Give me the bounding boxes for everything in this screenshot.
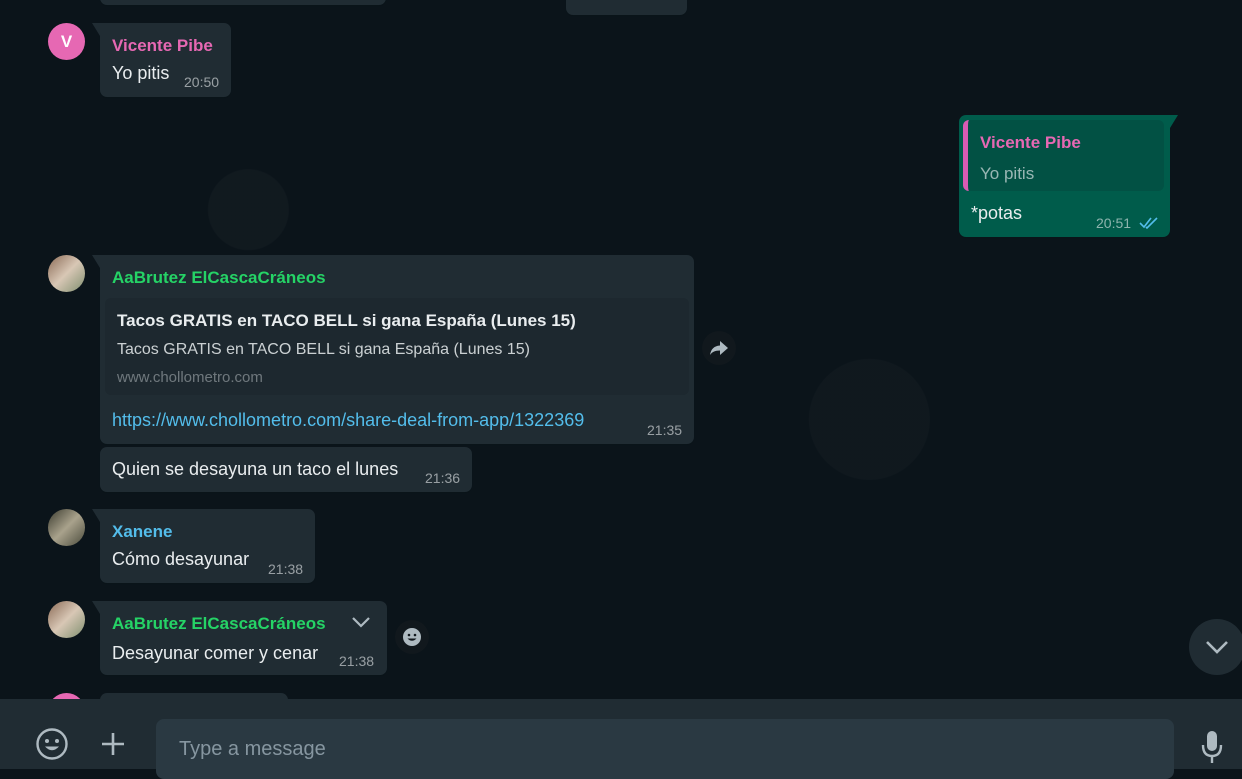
link-preview-domain: www.chollometro.com	[117, 369, 263, 386]
cut-off-bubble	[566, 0, 687, 15]
message-link[interactable]: https://www.chollometro.com/share-deal-f…	[112, 410, 584, 431]
chevron-down-icon	[1206, 641, 1228, 654]
link-preview[interactable]: Tacos GRATIS en TACO BELL si gana España…	[105, 298, 689, 395]
link-preview-title: Tacos GRATIS en TACO BELL si gana España…	[117, 311, 576, 330]
scroll-down-button[interactable]	[1189, 619, 1242, 675]
message-input-placeholder: Type a message	[179, 738, 326, 760]
message-time: 21:36	[425, 470, 461, 486]
double-check-icon	[1139, 217, 1158, 230]
message-text: Yo pitis	[112, 63, 170, 83]
sender-name: AaBrutez ElCascaCráneos	[112, 268, 326, 287]
link-preview-description: Tacos GRATIS en TACO BELL si gana España…	[117, 341, 530, 358]
avatar[interactable]: V	[48, 23, 85, 60]
message-input[interactable]: Type a message	[156, 719, 1174, 779]
message-composer: Type a message	[0, 699, 1242, 779]
forward-icon[interactable]	[702, 331, 736, 365]
microphone-icon[interactable]	[1196, 729, 1228, 765]
plus-icon[interactable]	[96, 727, 130, 761]
quoted-message[interactable]: Vicente Pibe Yo pitis	[963, 120, 1164, 191]
message-menu-chevron-icon[interactable]	[348, 611, 374, 633]
message-bubble[interactable]: Xanene Cómo desayunar 21:38	[92, 509, 315, 583]
message-time: 21:38	[339, 653, 375, 669]
avatar[interactable]	[48, 509, 85, 546]
cut-off-bubble	[100, 0, 386, 5]
message-time: 21:38	[268, 561, 304, 577]
emoji-reaction-icon[interactable]	[395, 620, 429, 654]
message-bubble[interactable]: Quien se desayuna un taco el lunes 21:36	[100, 447, 472, 492]
quoted-text: Yo pitis	[980, 164, 1035, 183]
avatar[interactable]	[48, 601, 85, 638]
sender-name: Vicente Pibe	[112, 36, 213, 55]
chat-area: V Vicente Pibe Yo pitis 20:50 Vicente Pi…	[0, 0, 1242, 699]
outgoing-message-bubble[interactable]: Vicente Pibe Yo pitis *potas 20:51	[959, 115, 1178, 237]
message-text: Quien se desayuna un taco el lunes	[112, 459, 399, 479]
emoji-icon[interactable]	[33, 725, 71, 763]
avatar-letter: V	[60, 31, 73, 51]
message-time: 20:51	[1096, 215, 1132, 231]
message-text: *potas	[971, 203, 1023, 223]
message-time: 20:50	[184, 74, 220, 90]
message-bubble[interactable]: Vicente Pibe Yo pitis 20:50	[92, 23, 231, 97]
message-bubble[interactable]: AaBrutez ElCascaCráneos Desayunar comer …	[92, 601, 387, 675]
avatar[interactable]	[48, 255, 85, 292]
message-bubble[interactable]: AaBrutez ElCascaCráneos Tacos GRATIS en …	[92, 255, 694, 444]
sender-name: Xanene	[112, 522, 173, 541]
message-time: 21:35	[647, 422, 683, 438]
quoted-sender-name: Vicente Pibe	[980, 133, 1081, 152]
message-text: Desayunar comer y cenar	[112, 643, 319, 663]
sender-name: AaBrutez ElCascaCráneos	[112, 614, 326, 633]
message-text: Cómo desayunar	[112, 549, 250, 569]
